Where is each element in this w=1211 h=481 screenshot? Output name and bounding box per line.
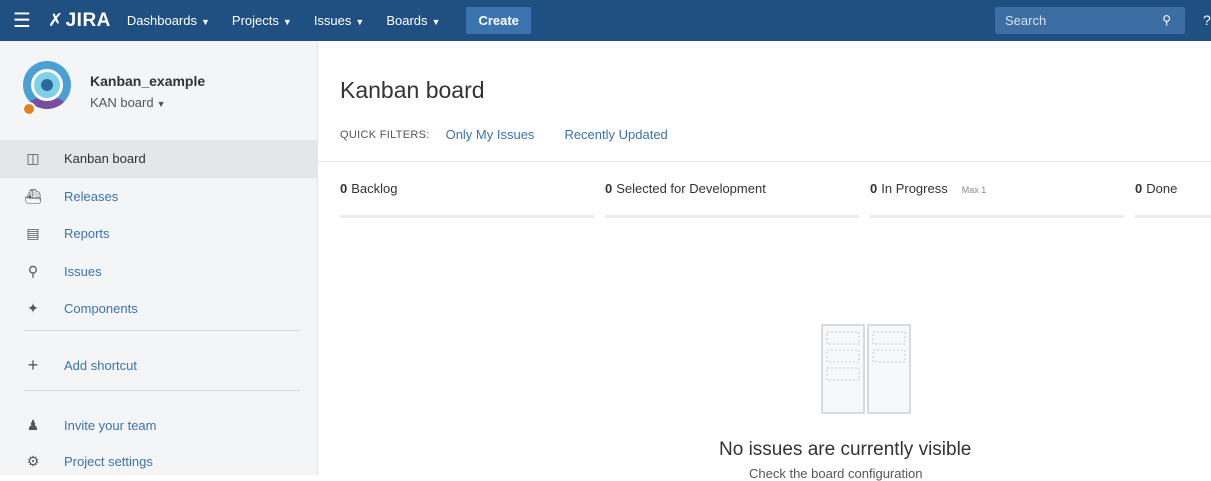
search-issues-icon: ⚲ <box>27 262 39 279</box>
plus-icon: + <box>27 355 39 376</box>
chevron-down-icon: ▼ <box>201 17 210 27</box>
chevron-down-icon: ▼ <box>156 99 166 109</box>
column-count: 0 <box>340 181 348 196</box>
project-type-badge <box>22 102 36 116</box>
project-header: Kanban_example KAN board ▼ <box>0 41 317 137</box>
column-done-bar <box>1135 215 1211 218</box>
add-user-icon: ♟ <box>26 417 40 434</box>
sidebar-item-issues[interactable]: ⚲ Issues <box>0 253 318 291</box>
empty-state-subtitle[interactable]: Check the board configuration <box>749 466 922 481</box>
chevron-down-icon: ▼ <box>282 17 292 27</box>
empty-state-title: No issues are currently visible <box>719 439 972 460</box>
quick-filters-label: QUICK FILTERS: <box>340 128 430 141</box>
nav-projects-menu[interactable]: Projects ▼ <box>232 13 292 28</box>
nav-boards-menu[interactable]: Boards ▼ <box>386 13 440 28</box>
chart-icon: ▤ <box>26 225 40 242</box>
create-button[interactable]: Create <box>466 7 531 34</box>
add-shortcut-button[interactable]: + Add shortcut <box>0 347 318 385</box>
quick-filters: QUICK FILTERS: Only My Issues Recently U… <box>340 127 698 142</box>
app-switcher-menu-icon[interactable]: ☰ <box>0 0 44 41</box>
search-input[interactable]: Search ⚲ <box>995 7 1185 34</box>
column-count: 0 <box>870 181 878 196</box>
invite-team-button[interactable]: ♟ Invite your team <box>0 407 318 445</box>
column-count: 0 <box>1135 181 1143 196</box>
chevron-down-icon: ▼ <box>355 17 365 27</box>
search-icon[interactable]: ⚲ <box>1162 13 1171 27</box>
column-in-progress-bar <box>870 215 1124 218</box>
project-name[interactable]: Kanban_example <box>90 73 205 89</box>
sidebar-nav: ◫ Kanban board ⛴ Releases ▤ Reports ⚲ Is… <box>0 140 318 328</box>
nav-dashboards-menu[interactable]: Dashboards ▼ <box>127 13 210 28</box>
sidebar-item-reports[interactable]: ▤ Reports <box>0 215 318 253</box>
wip-limit: Max 1 <box>961 185 987 195</box>
sidebar-item-kanban-board[interactable]: ◫ Kanban board <box>0 140 318 178</box>
puzzle-icon: ✦ <box>27 300 39 317</box>
page-title: Kanban board <box>340 77 485 103</box>
jira-logo-icon: ✗ <box>48 10 64 30</box>
ship-icon: ⛴ <box>24 187 42 204</box>
empty-board-illustration <box>821 324 911 414</box>
column-header-in-progress: 0 In Progress Max 1 <box>870 181 987 196</box>
sidebar-item-components[interactable]: ✦ Components <box>0 290 318 328</box>
sidebar-item-releases[interactable]: ⛴ Releases <box>0 178 318 216</box>
nav-issues-menu[interactable]: Issues ▼ <box>314 13 365 28</box>
top-navigation-bar: ☰ ✗ JIRA Dashboards ▼ Projects ▼ Issues ▼ B… <box>0 0 1211 41</box>
board-selector[interactable]: KAN board ▼ <box>90 95 166 110</box>
column-header-done: 0 Done <box>1135 181 1178 196</box>
gear-icon: ⚙ <box>26 453 40 470</box>
quick-filter-recently-updated[interactable]: Recently Updated <box>564 127 667 142</box>
chevron-down-icon: ▼ <box>431 17 441 27</box>
project-sidebar: Kanban_example KAN board ▼ ◫ Kanban board… <box>0 41 318 475</box>
jira-logo[interactable]: ✗ JIRA <box>48 10 111 32</box>
column-backlog-bar <box>340 215 594 218</box>
sidebar-divider <box>24 330 300 331</box>
quick-filter-only-my-issues[interactable]: Only My Issues <box>446 127 535 142</box>
sidebar-divider <box>24 390 300 391</box>
help-icon[interactable]: ? <box>1203 12 1211 28</box>
header-divider <box>318 161 1211 162</box>
column-header-selected-for-development: 0 Selected for Development <box>605 181 766 196</box>
board-main: Kanban board QUICK FILTERS: Only My Issu… <box>318 41 1211 481</box>
column-header-backlog: 0 Backlog <box>340 181 398 196</box>
column-count: 0 <box>605 181 613 196</box>
board-icon: ◫ <box>26 150 40 167</box>
column-selected-bar <box>605 215 859 218</box>
